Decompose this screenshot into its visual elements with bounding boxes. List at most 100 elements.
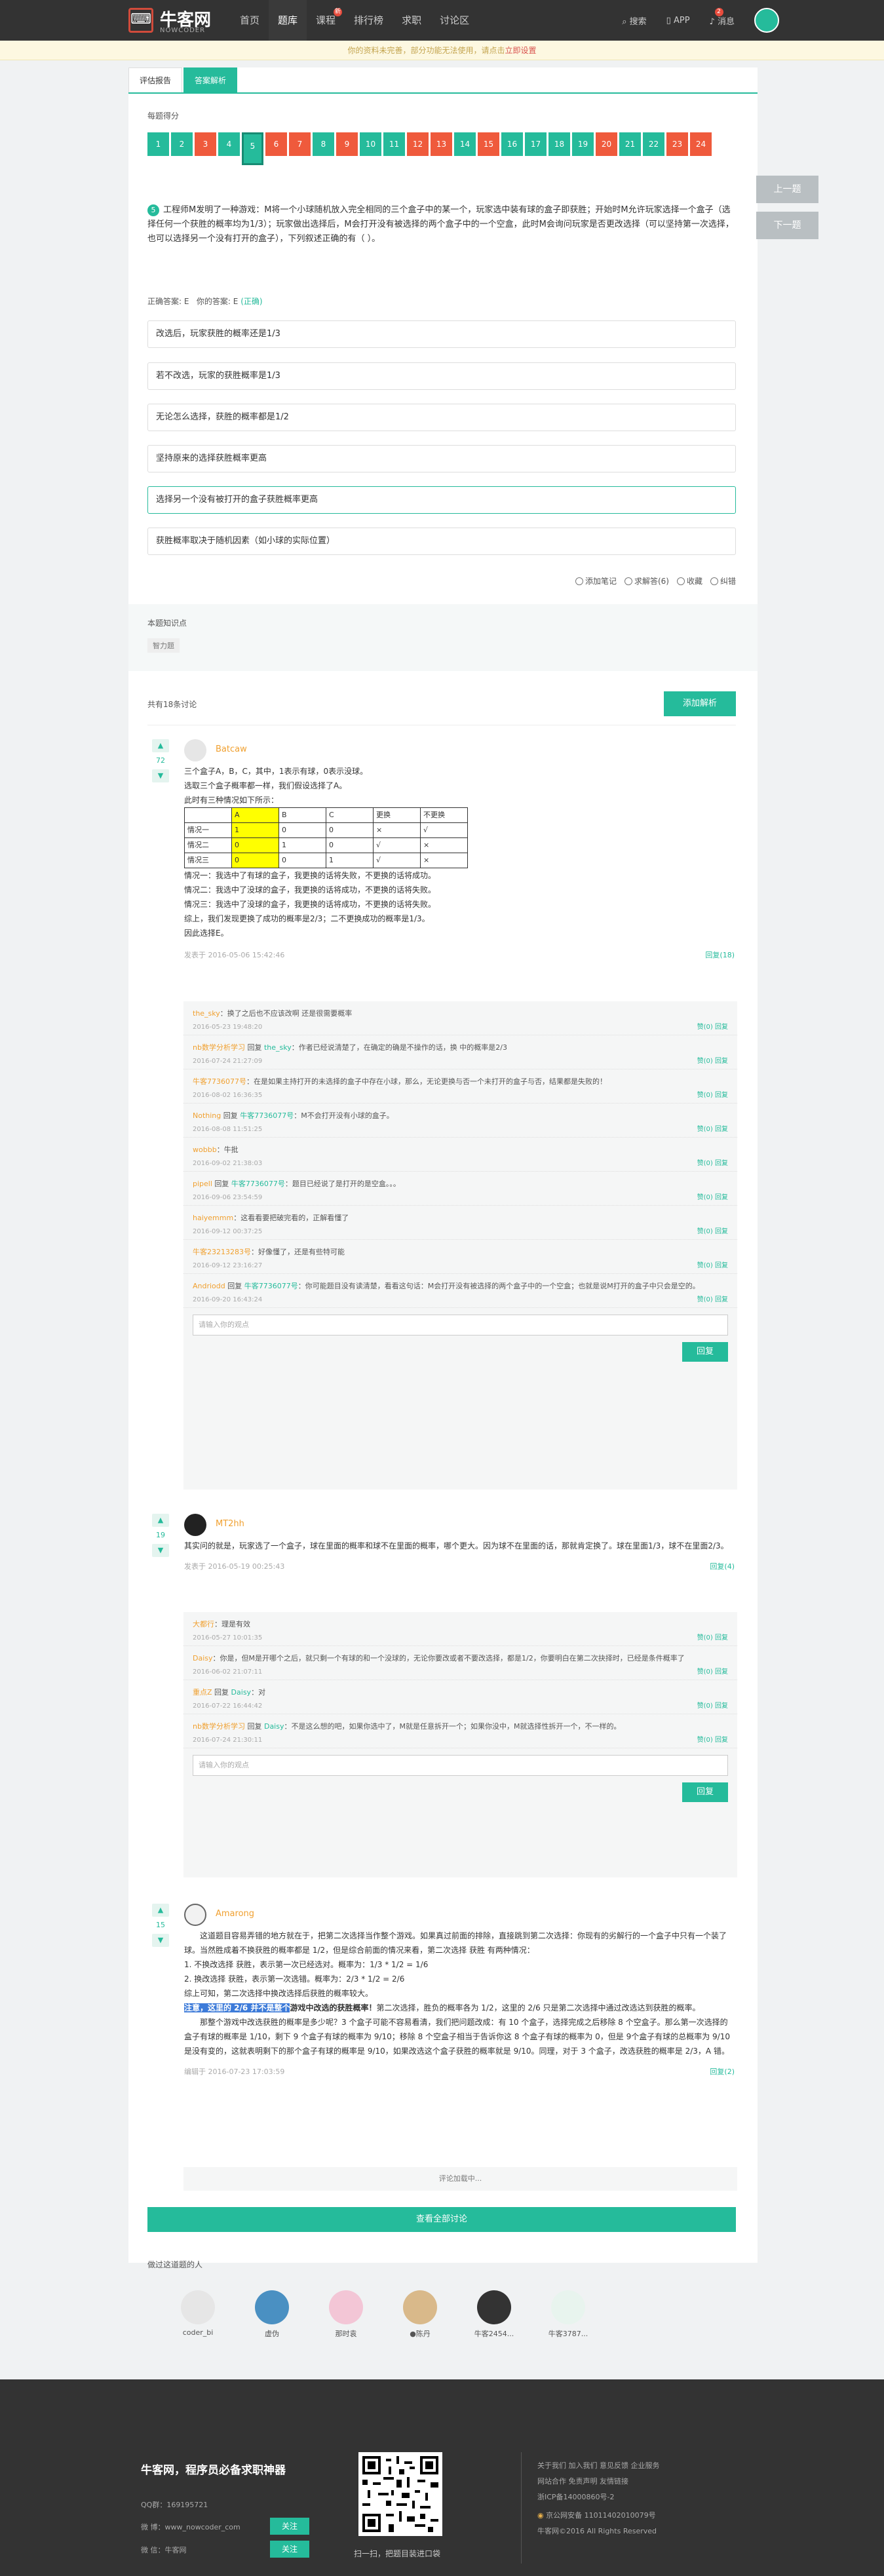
sub-comment-author[interactable]: Daisy — [193, 1654, 213, 1663]
reply-target[interactable]: the_sky — [264, 1043, 292, 1052]
search-button[interactable]: ⌕ 搜索 — [622, 14, 646, 27]
sub-comment-actions[interactable]: 赞(0) 回复 — [697, 1191, 728, 1201]
option-c[interactable]: 无论怎么选择，获胜的概率都是1/2 — [147, 404, 736, 431]
sub-comment-actions[interactable]: 赞(0) 回复 — [697, 1021, 728, 1031]
ask-help-button[interactable]: 求解答(6) — [624, 575, 669, 586]
upvote-button[interactable]: ▲ — [152, 739, 169, 752]
follow-wechat-button[interactable]: 关注 — [270, 2541, 309, 2558]
question-score-box[interactable]: 4 — [218, 132, 240, 156]
tab-report[interactable]: 评估报告 — [128, 67, 183, 92]
tab-answers[interactable]: 答案解析 — [183, 67, 238, 92]
reply-target[interactable]: Daisy — [231, 1688, 252, 1697]
sub-comment-actions[interactable]: 赞(0) 回复 — [697, 1259, 728, 1269]
footer-links-1[interactable]: 关于我们 加入我们 意见反馈 企业服务 — [537, 2459, 660, 2473]
downvote-button[interactable]: ▼ — [152, 769, 169, 782]
question-score-box[interactable]: 18 — [548, 132, 570, 156]
upvote-button[interactable]: ▲ — [152, 1514, 169, 1527]
nav-home[interactable]: 首页 — [231, 0, 269, 41]
notice-setup-link[interactable]: 立即设置 — [505, 46, 537, 55]
reply-submit-button[interactable]: 回复 — [682, 1782, 728, 1802]
sub-comment-author[interactable]: wobbb — [193, 1145, 217, 1154]
messages-button[interactable]: ♪ 2 消息 — [710, 7, 735, 27]
sub-comment-actions[interactable]: 赞(0) 回复 — [697, 1055, 728, 1065]
question-score-box[interactable]: 20 — [596, 132, 617, 156]
question-score-box[interactable]: 22 — [643, 132, 664, 156]
question-score-box[interactable]: 8 — [313, 132, 334, 156]
option-a[interactable]: 改选后，玩家获胜的概率还是1/3 — [147, 320, 736, 348]
person-item[interactable]: coder_bi — [168, 2290, 227, 2337]
option-e[interactable]: 选择另一个没有被打开的盒子获胜概率更高 — [147, 486, 736, 514]
sub-comment-author[interactable]: the_sky — [193, 1009, 220, 1018]
sub-comment-author[interactable]: nb数学分析学习 — [193, 1722, 245, 1731]
question-score-box[interactable]: 15 — [478, 132, 499, 156]
reply-input[interactable]: 请输入你的观点 — [193, 1755, 728, 1776]
reply-target[interactable]: 牛客7736077号 — [240, 1111, 294, 1120]
reply-toggle[interactable]: 回复(18) — [705, 948, 735, 963]
sub-comment-actions[interactable]: 赞(0) 回复 — [697, 1157, 728, 1167]
sub-comment-author[interactable]: 牛客23213283号 — [193, 1248, 251, 1256]
sub-comment-author[interactable]: 重点Z — [193, 1688, 212, 1697]
view-all-discussion-button[interactable]: 查看全部讨论 — [147, 2207, 736, 2232]
report-error-button[interactable]: 纠错 — [710, 575, 736, 586]
question-score-box[interactable]: 11 — [383, 132, 405, 156]
question-score-box[interactable]: 21 — [619, 132, 641, 156]
app-button[interactable]: ▯ APP — [666, 16, 690, 26]
comment-author[interactable]: MT2hh — [216, 1519, 244, 1529]
question-score-box[interactable]: 10 — [360, 132, 381, 156]
sub-comment-author[interactable]: nb数学分析学习 — [193, 1043, 245, 1052]
sub-comment-author[interactable]: 大都行 — [193, 1620, 214, 1628]
reply-target[interactable]: Daisy — [264, 1722, 284, 1731]
person-item[interactable]: 那时袁 — [317, 2290, 375, 2339]
sub-comment-actions[interactable]: 赞(0) 回复 — [697, 1225, 728, 1235]
person-item[interactable]: 虚伪 — [242, 2290, 301, 2339]
nav-question-bank[interactable]: 题库 — [269, 0, 307, 41]
avatar[interactable] — [184, 1904, 206, 1926]
option-d[interactable]: 坚持原来的选择获胜概率更高 — [147, 445, 736, 472]
reply-toggle[interactable]: 回复(4) — [710, 1560, 735, 1574]
question-score-box[interactable]: 5 — [242, 132, 263, 165]
question-score-box[interactable]: 16 — [501, 132, 523, 156]
question-score-box[interactable]: 7 — [289, 132, 311, 156]
user-avatar[interactable] — [754, 8, 779, 33]
reply-input[interactable]: 请输入你的观点 — [193, 1315, 728, 1336]
option-f[interactable]: 获胜概率取决于随机因素（如小球的实际位置） — [147, 528, 736, 555]
person-item[interactable]: 牛客3787... — [539, 2290, 598, 2339]
add-analysis-button[interactable]: 添加解析 — [664, 691, 736, 716]
nav-jobs[interactable]: 求职 — [393, 0, 431, 41]
sub-comment-author[interactable]: pipell — [193, 1180, 212, 1188]
question-score-box[interactable]: 2 — [171, 132, 193, 156]
site-logo[interactable]: ⌨ 牛客网 NOWCODER — [128, 4, 228, 37]
sub-comment-actions[interactable]: 赞(0) 回复 — [697, 1700, 728, 1710]
sub-comment-author[interactable]: Andriodd — [193, 1282, 225, 1290]
person-item[interactable]: ●陈丹 — [391, 2290, 450, 2339]
sub-comment-actions[interactable]: 赞(0) 回复 — [697, 1089, 728, 1099]
knowledge-tag[interactable]: 智力题 — [147, 638, 180, 653]
follow-weibo-button[interactable]: 关注 — [270, 2518, 309, 2535]
next-question-button[interactable]: 下一题 — [756, 212, 818, 239]
question-score-box[interactable]: 13 — [431, 132, 452, 156]
question-score-box[interactable]: 17 — [525, 132, 547, 156]
question-score-box[interactable]: 14 — [454, 132, 476, 156]
prev-question-button[interactable]: 上一题 — [756, 176, 818, 203]
sub-comment-actions[interactable]: 赞(0) 回复 — [697, 1734, 728, 1744]
nav-discuss[interactable]: 讨论区 — [431, 0, 478, 41]
add-note-button[interactable]: 添加笔记 — [575, 575, 617, 586]
upvote-button[interactable]: ▲ — [152, 1904, 169, 1917]
downvote-button[interactable]: ▼ — [152, 1934, 169, 1947]
avatar[interactable] — [184, 739, 206, 761]
sub-comment-author[interactable]: Nothing — [193, 1111, 221, 1120]
question-score-box[interactable]: 9 — [336, 132, 358, 156]
question-score-box[interactable]: 19 — [572, 132, 594, 156]
sub-comment-actions[interactable]: 赞(0) 回复 — [697, 1666, 728, 1676]
person-item[interactable]: 牛客2454... — [465, 2290, 524, 2339]
question-score-box[interactable]: 6 — [265, 132, 287, 156]
sub-comment-actions[interactable]: 赞(0) 回复 — [697, 1632, 728, 1642]
question-score-box[interactable]: 12 — [407, 132, 429, 156]
nav-courses[interactable]: 课程新 — [307, 0, 345, 41]
option-b[interactable]: 若不改选，玩家的获胜概率是1/3 — [147, 362, 736, 390]
sub-comment-actions[interactable]: 赞(0) 回复 — [697, 1294, 728, 1303]
comment-author[interactable]: Amarong — [216, 1909, 254, 1919]
avatar[interactable] — [184, 1514, 206, 1536]
question-score-box[interactable]: 23 — [666, 132, 688, 156]
nav-ranking[interactable]: 排行榜 — [345, 0, 393, 41]
